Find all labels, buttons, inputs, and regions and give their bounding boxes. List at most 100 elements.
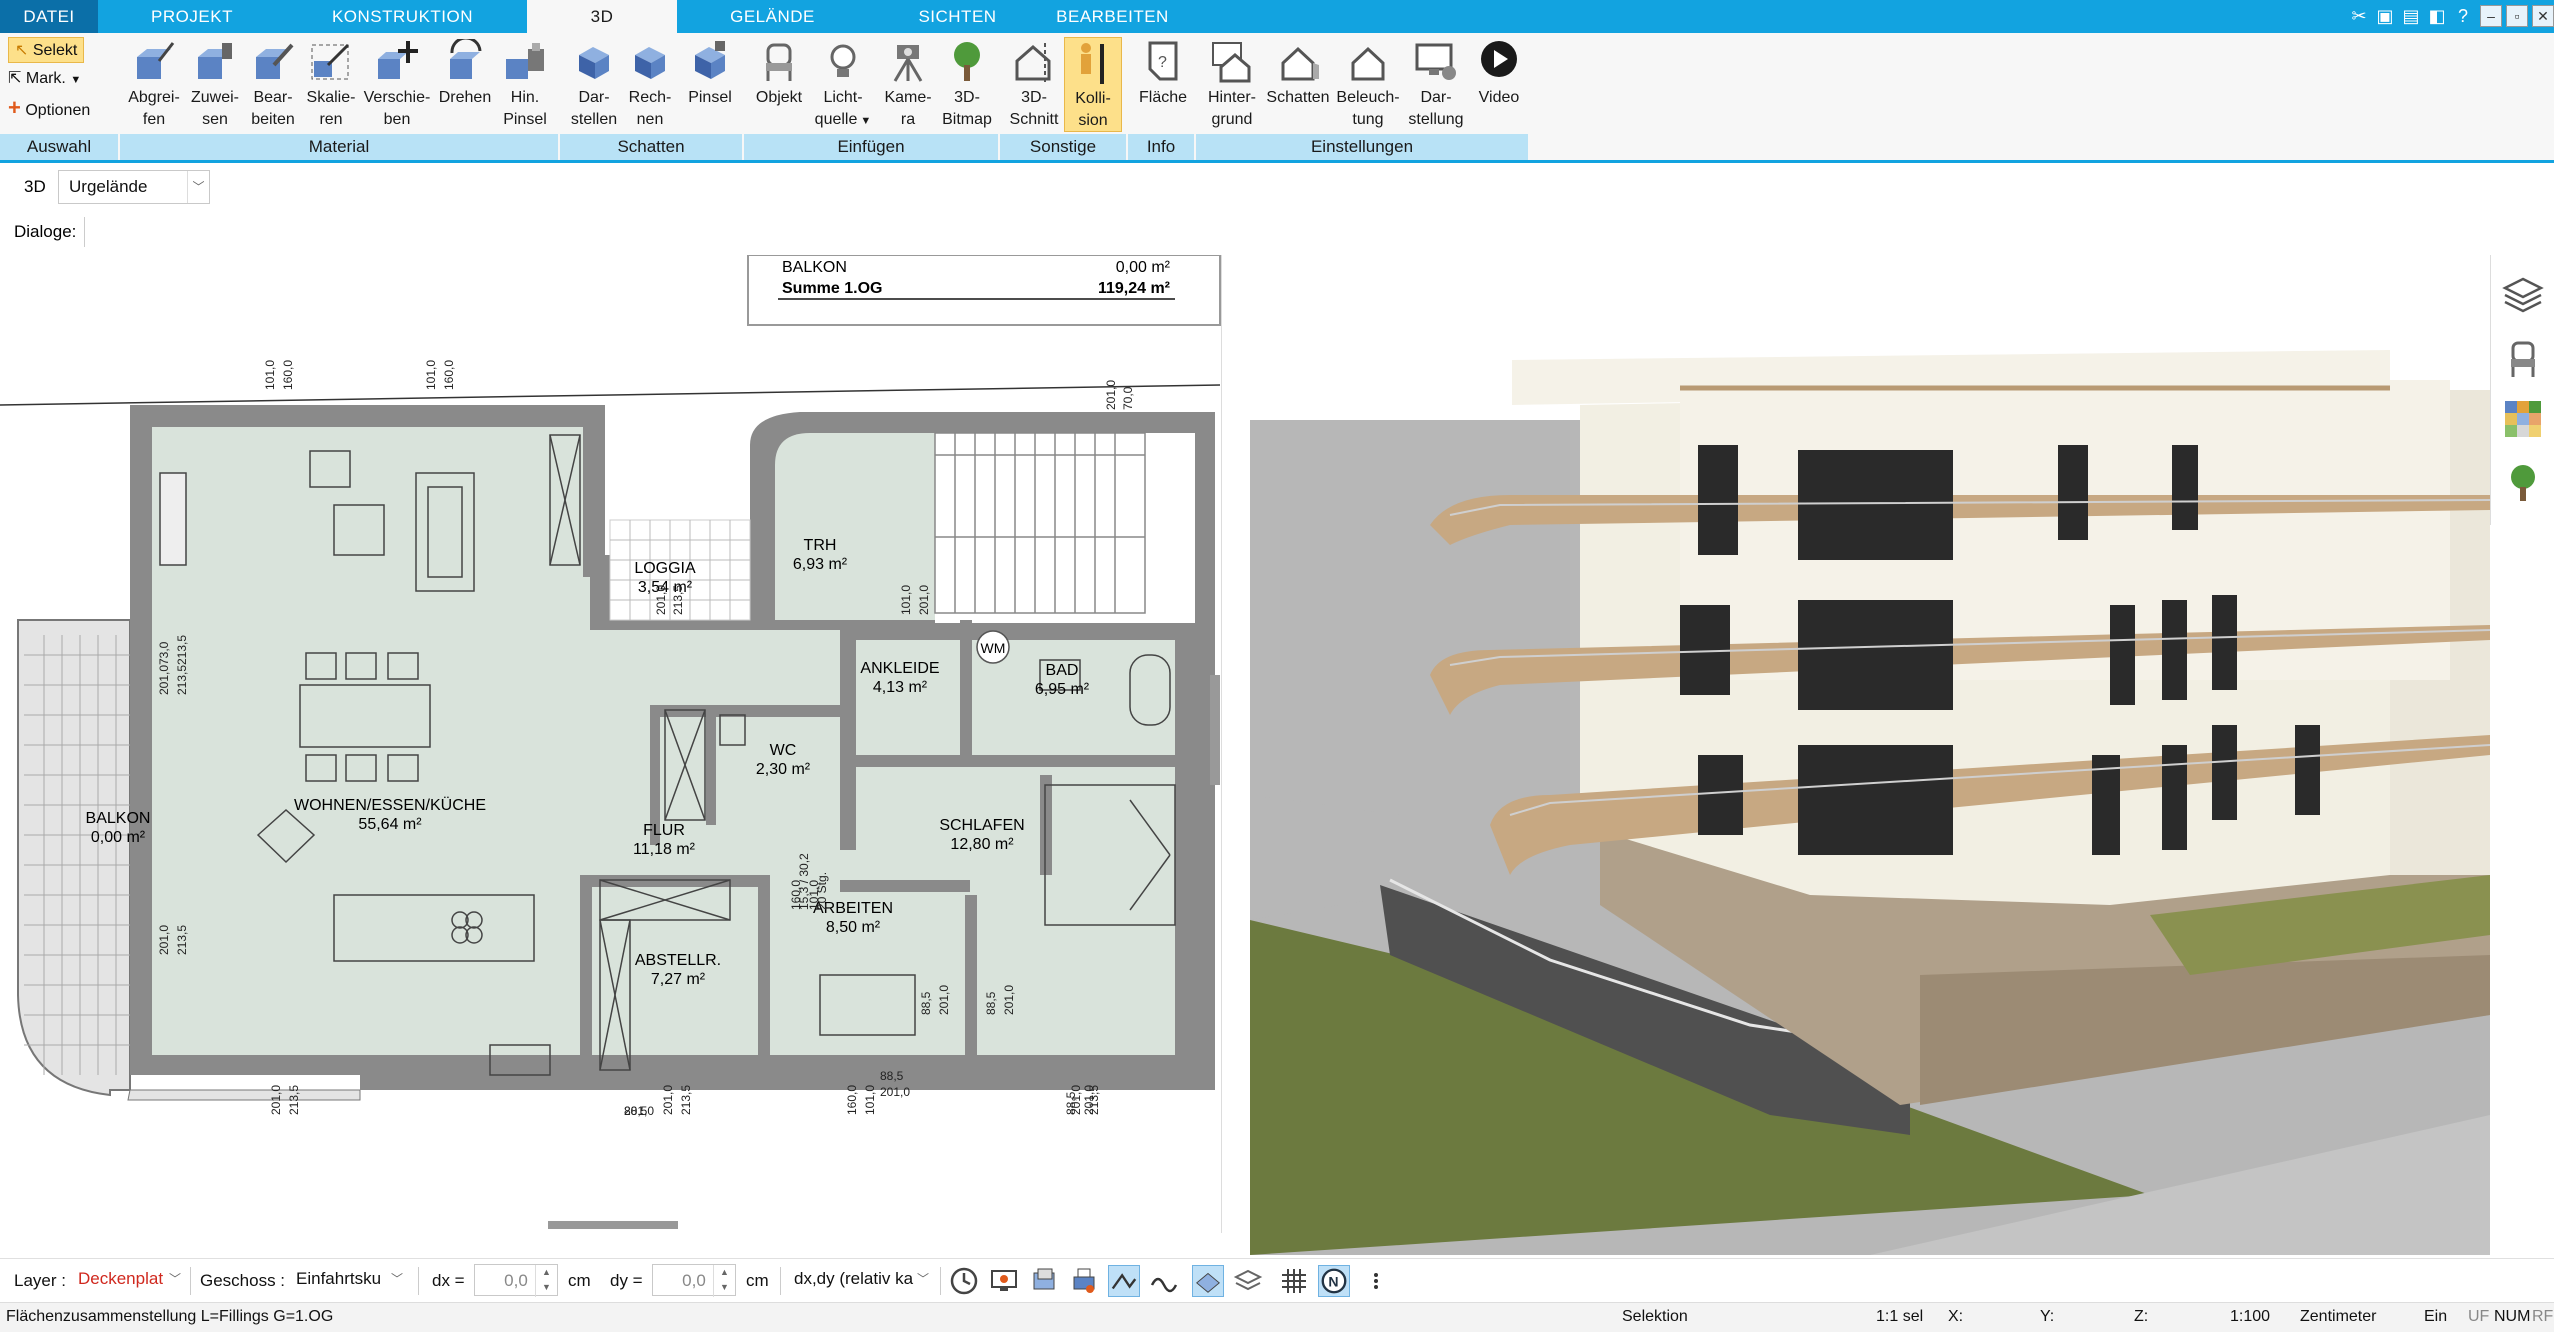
layer-value: Deckenplat <box>78 1269 164 1288</box>
tools-icon[interactable]: ✂ <box>2346 3 2372 29</box>
bitmap3d-button[interactable]: 3D- Bitmap <box>938 37 996 132</box>
geschoss-select[interactable]: Einfahrtsku ﹀ <box>286 1263 408 1297</box>
help-icon[interactable]: ? <box>2450 3 2476 29</box>
objekt-button[interactable]: Objekt <box>748 37 810 132</box>
flaeche-label: Fläche <box>1138 89 1188 106</box>
group-auswahl-label: Auswahl <box>0 134 120 160</box>
floor-plan-view[interactable]: BALKON 0,00 m² Summe 1.OG 119,24 m² WM T… <box>0 255 1222 1233</box>
window-icon[interactable]: ◧ <box>2424 3 2450 29</box>
close-icon[interactable]: ✕ <box>2532 5 2554 27</box>
terrain-value: Urgelände <box>69 177 148 196</box>
lichtquelle-label-2-wrap: quelle ▼ <box>812 109 874 132</box>
dx-input[interactable]: 0,0 ▲ ▼ <box>474 1264 558 1297</box>
darstellen-button[interactable]: Dar- stellen <box>566 37 622 132</box>
dimension-label: 160,0 <box>442 360 456 390</box>
schnitt3d-label-2: Schnitt <box>1009 111 1059 128</box>
rechnen-label-2: nen <box>636 111 664 128</box>
schatten-button[interactable]: Schatten <box>1264 37 1332 132</box>
drehen-button[interactable]: Drehen <box>434 37 496 132</box>
dy-input[interactable]: 0,0 ▲ ▼ <box>652 1264 736 1297</box>
dimension-label: 160,0 <box>789 880 803 910</box>
bearbeiten-button[interactable]: Bear- beiten <box>244 37 302 132</box>
divider <box>190 1267 191 1295</box>
restore-icon[interactable]: ▫ <box>2506 5 2528 27</box>
layer-select[interactable]: Deckenplat ﹀ <box>68 1263 186 1297</box>
toolbox-icon[interactable]: ▣ <box>2372 3 2398 29</box>
north-icon[interactable]: N <box>1318 1265 1350 1297</box>
dimension-label: 101,0 <box>863 1085 877 1115</box>
tab-bearbeiten[interactable]: BEARBEITEN <box>1050 0 1175 33</box>
tab-sichten[interactable]: SICHTEN <box>870 0 1045 33</box>
area-info-icon: ? <box>1148 41 1178 81</box>
darstellung-button[interactable]: Dar- stellung <box>1404 37 1468 132</box>
lichtquelle-label-2: quelle <box>814 111 858 128</box>
more-icon[interactable] <box>1360 1265 1392 1297</box>
tree-icon[interactable] <box>2501 461 2545 505</box>
room-area-label: 6,95 m² <box>1035 681 1090 698</box>
tab-konstruktion[interactable]: KONSTRUKTION <box>300 0 505 33</box>
abgreifen-button[interactable]: Abgrei- fen <box>120 37 188 132</box>
monitor-icon[interactable] <box>988 1265 1020 1297</box>
dimension-label: 201,0 <box>937 985 951 1015</box>
mark-button[interactable]: ⇱ Mark. ▼ <box>8 66 81 92</box>
beleuchtung-button[interactable]: Beleuch- tung <box>1334 37 1402 132</box>
plane-icon[interactable] <box>1192 1265 1224 1297</box>
print-icon[interactable] <box>1068 1265 1100 1297</box>
schnitt3d-button[interactable]: 3D- Schnitt <box>1006 37 1062 132</box>
pinsel-button[interactable]: Pinsel <box>680 37 740 132</box>
3d-view[interactable] <box>1250 255 2490 1255</box>
clock-icon[interactable] <box>948 1265 980 1297</box>
coordinate-mode-select[interactable]: dx,dy (relativ ka ﹀ <box>784 1263 934 1297</box>
kamera-button[interactable]: Kame- ra <box>878 37 938 132</box>
flaeche-button[interactable]: ? Fläche <box>1132 37 1194 132</box>
layers-edit-icon[interactable] <box>1028 1265 1060 1297</box>
3d-render-canvas[interactable] <box>1250 255 2490 1255</box>
verschieben-button[interactable]: Verschie- ben <box>360 37 434 132</box>
horizontal-scrollbar-thumb[interactable] <box>548 1221 678 1229</box>
svg-text:N: N <box>1328 1274 1338 1290</box>
spinner-icon[interactable]: ▲ ▼ <box>535 1265 557 1297</box>
skalieren-button[interactable]: Skalie- ren <box>302 37 360 132</box>
selekt-button[interactable]: ↖ Selekt <box>8 37 85 63</box>
tab-datei[interactable]: DATEI <box>0 0 98 33</box>
hintergrund-button[interactable]: Hinter- grund <box>1200 37 1264 132</box>
floor-plan-canvas[interactable]: BALKON 0,00 m² Summe 1.OG 119,24 m² WM T… <box>0 255 1222 1233</box>
material-palette-icon[interactable] <box>2501 397 2545 441</box>
terrain-select[interactable]: Urgelände ﹀ <box>58 170 210 204</box>
grid-icon[interactable] <box>1278 1265 1310 1297</box>
tab-projekt[interactable]: PROJEKT <box>112 0 272 33</box>
chair-icon[interactable] <box>2501 337 2545 381</box>
vertical-scrollbar-thumb[interactable] <box>1210 675 1220 785</box>
layers-icon[interactable] <box>2501 273 2545 317</box>
dimension-label: 201,0 <box>1069 1085 1083 1115</box>
stack-icon[interactable]: ▤ <box>2398 3 2424 29</box>
stack-layers-icon[interactable] <box>1232 1265 1264 1297</box>
dx-value: 0,0 <box>504 1271 528 1290</box>
room-name-label: BAD <box>1046 662 1079 679</box>
zuweisen-button[interactable]: Zuwei- sen <box>188 37 242 132</box>
section-house-icon <box>1015 43 1051 83</box>
lichtquelle-button[interactable]: Licht- quelle ▼ <box>812 37 874 132</box>
chair-icon <box>766 43 792 81</box>
dimension-label: 213,5 <box>175 925 189 955</box>
room-name-label: ANKLEIDE <box>860 660 939 677</box>
minimize-icon[interactable]: – <box>2480 5 2502 27</box>
schatten-label: Schatten <box>1266 89 1330 106</box>
spinner-icon[interactable]: ▲ ▼ <box>713 1265 735 1297</box>
layer-label: Layer : <box>14 1271 66 1290</box>
snap-wave-icon[interactable] <box>1148 1265 1180 1297</box>
house-background-icon <box>1212 42 1251 83</box>
hin-pinsel-button[interactable]: Hin. Pinsel <box>496 37 554 132</box>
optionen-button[interactable]: + Optionen <box>8 95 90 121</box>
area-table-sum-value: 119,24 m² <box>1098 280 1170 297</box>
rechnen-button[interactable]: Rech- nen <box>622 37 678 132</box>
tab-gelaende[interactable]: GELÄNDE <box>700 0 845 33</box>
video-button[interactable]: Video <box>1468 37 1530 132</box>
kollision-button[interactable]: Kolli- sion <box>1064 37 1122 132</box>
verschieben-label-2: ben <box>383 111 411 128</box>
group-einfuegen-label: Einfügen <box>744 134 1000 160</box>
snap-line-icon[interactable] <box>1108 1265 1140 1297</box>
status-z: Z: <box>2134 1308 2149 1325</box>
cursor-icon: ↖ <box>15 42 29 59</box>
tab-3d[interactable]: 3D <box>527 0 677 33</box>
